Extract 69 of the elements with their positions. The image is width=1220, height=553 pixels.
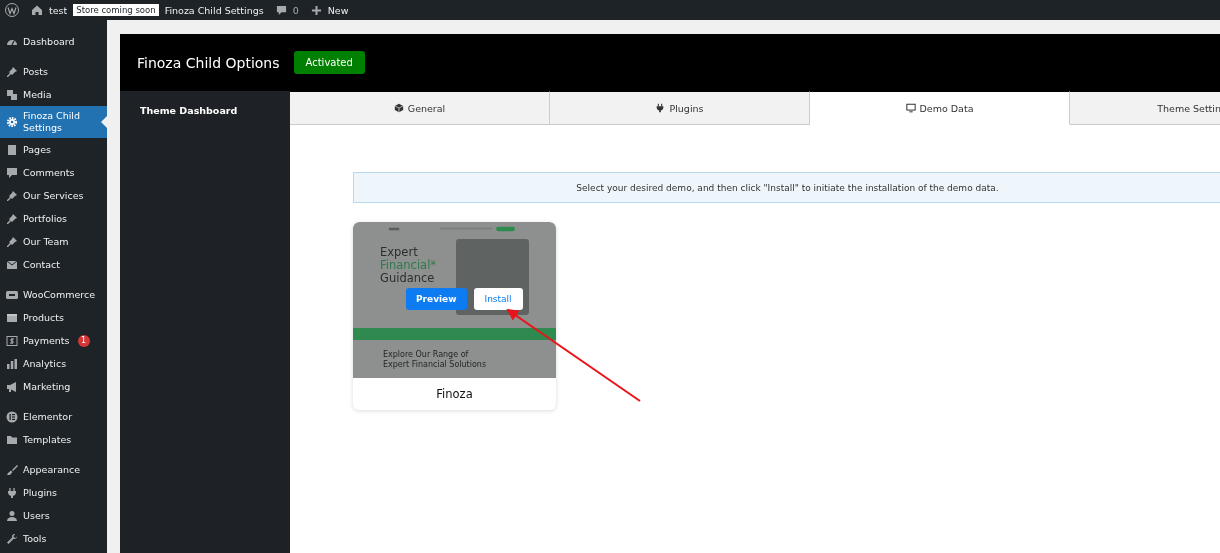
plus-icon[interactable] — [310, 4, 322, 16]
media-icon — [6, 88, 18, 101]
sidebar-item[interactable]: Contact — [0, 253, 107, 276]
sidebar-item[interactable]: Users — [0, 504, 107, 527]
panel-title: Finoza Child Options — [137, 54, 280, 71]
wrench-icon — [6, 532, 18, 545]
page-icon — [6, 143, 18, 156]
activated-badge: Activated — [293, 51, 365, 74]
plug-icon — [6, 486, 18, 499]
pushpin-icon — [6, 65, 18, 78]
sidebar-item[interactable]: Pages — [0, 138, 107, 161]
headline-text: Expert — [380, 246, 419, 259]
sidebar-item[interactable]: Plugins — [0, 481, 107, 504]
info-notice: Select your desired demo, and then click "Install" to initiate the installation of the demo data. — [353, 172, 1220, 203]
store-status-badge: Store coming soon — [73, 4, 159, 16]
sidebar-item[interactable]: Templates — [0, 428, 107, 451]
demo-name: Finoza — [435, 386, 474, 403]
sidebar-item[interactable]: Products — [0, 306, 107, 329]
sidebar-item[interactable]: Payments 1 — [0, 329, 107, 352]
dollar-icon — [6, 334, 18, 347]
sidebar-item[interactable]: Tools — [0, 527, 107, 550]
folder-icon — [6, 433, 18, 446]
pushpin-icon — [6, 235, 18, 248]
box-icon — [6, 311, 18, 324]
sidebar-item[interactable]: Our Services — [0, 184, 107, 207]
site-name-link[interactable]: test — [49, 4, 68, 16]
theme-dashboard-link[interactable]: Theme Dashboard — [120, 105, 290, 116]
headline-text: Guidance — [380, 272, 436, 285]
sidebar-item[interactable]: Appearance — [0, 458, 107, 481]
elementor-icon — [6, 410, 18, 423]
monitor-icon — [905, 103, 916, 113]
tab[interactable]: Plugins — [550, 91, 810, 124]
tab[interactable]: Theme Settin — [1070, 91, 1220, 124]
section-heading: Explore Our Range of Expert Financial Solutions — [383, 350, 487, 370]
settings-page-link[interactable]: Finoza Child Settings — [164, 4, 264, 16]
sidebar-item[interactable]: Posts — [0, 60, 107, 83]
envelope-icon — [6, 258, 18, 271]
cube-icon — [393, 103, 404, 113]
pushpin-icon — [6, 189, 18, 202]
preview-button[interactable]: Preview — [406, 288, 467, 310]
sidebar-item[interactable]: Our Team — [0, 230, 107, 253]
sidebar-item[interactable]: Finoza Child Settings — [0, 106, 107, 138]
sidebar-item[interactable]: Elementor — [0, 405, 107, 428]
megaphone-icon — [6, 380, 18, 393]
settings-icon — [6, 116, 18, 128]
notification-badge: 1 — [77, 334, 90, 347]
speech-bubble-icon — [6, 166, 18, 179]
tab[interactable]: General — [290, 91, 550, 124]
new-link[interactable]: New — [327, 4, 349, 16]
sidebar-item[interactable]: Portfolios — [0, 207, 107, 230]
tab[interactable]: Demo Data — [810, 91, 1070, 125]
sidebar-item[interactable]: Dashboard — [0, 30, 107, 53]
comment-count[interactable]: 0 — [292, 4, 299, 16]
user-icon — [6, 509, 18, 522]
wordpress-logo-icon[interactable] — [5, 3, 19, 17]
sidebar-item[interactable]: Analytics — [0, 352, 107, 375]
woo-icon — [6, 288, 18, 301]
comment-icon[interactable] — [275, 4, 287, 16]
sidebar-item[interactable]: Comments — [0, 161, 107, 184]
headline-text: Financial* — [380, 259, 438, 272]
plug-icon — [655, 103, 666, 113]
sidebar-item[interactable]: Media — [0, 83, 107, 106]
sidebar-item[interactable]: Marketing — [0, 375, 107, 398]
paintbrush-icon — [6, 463, 18, 476]
bar-chart-icon — [6, 357, 18, 370]
pushpin-icon — [6, 212, 18, 225]
home-icon[interactable] — [31, 4, 43, 16]
sidebar-item[interactable]: WooCommerce — [0, 283, 107, 306]
install-button[interactable]: Install — [473, 288, 523, 310]
